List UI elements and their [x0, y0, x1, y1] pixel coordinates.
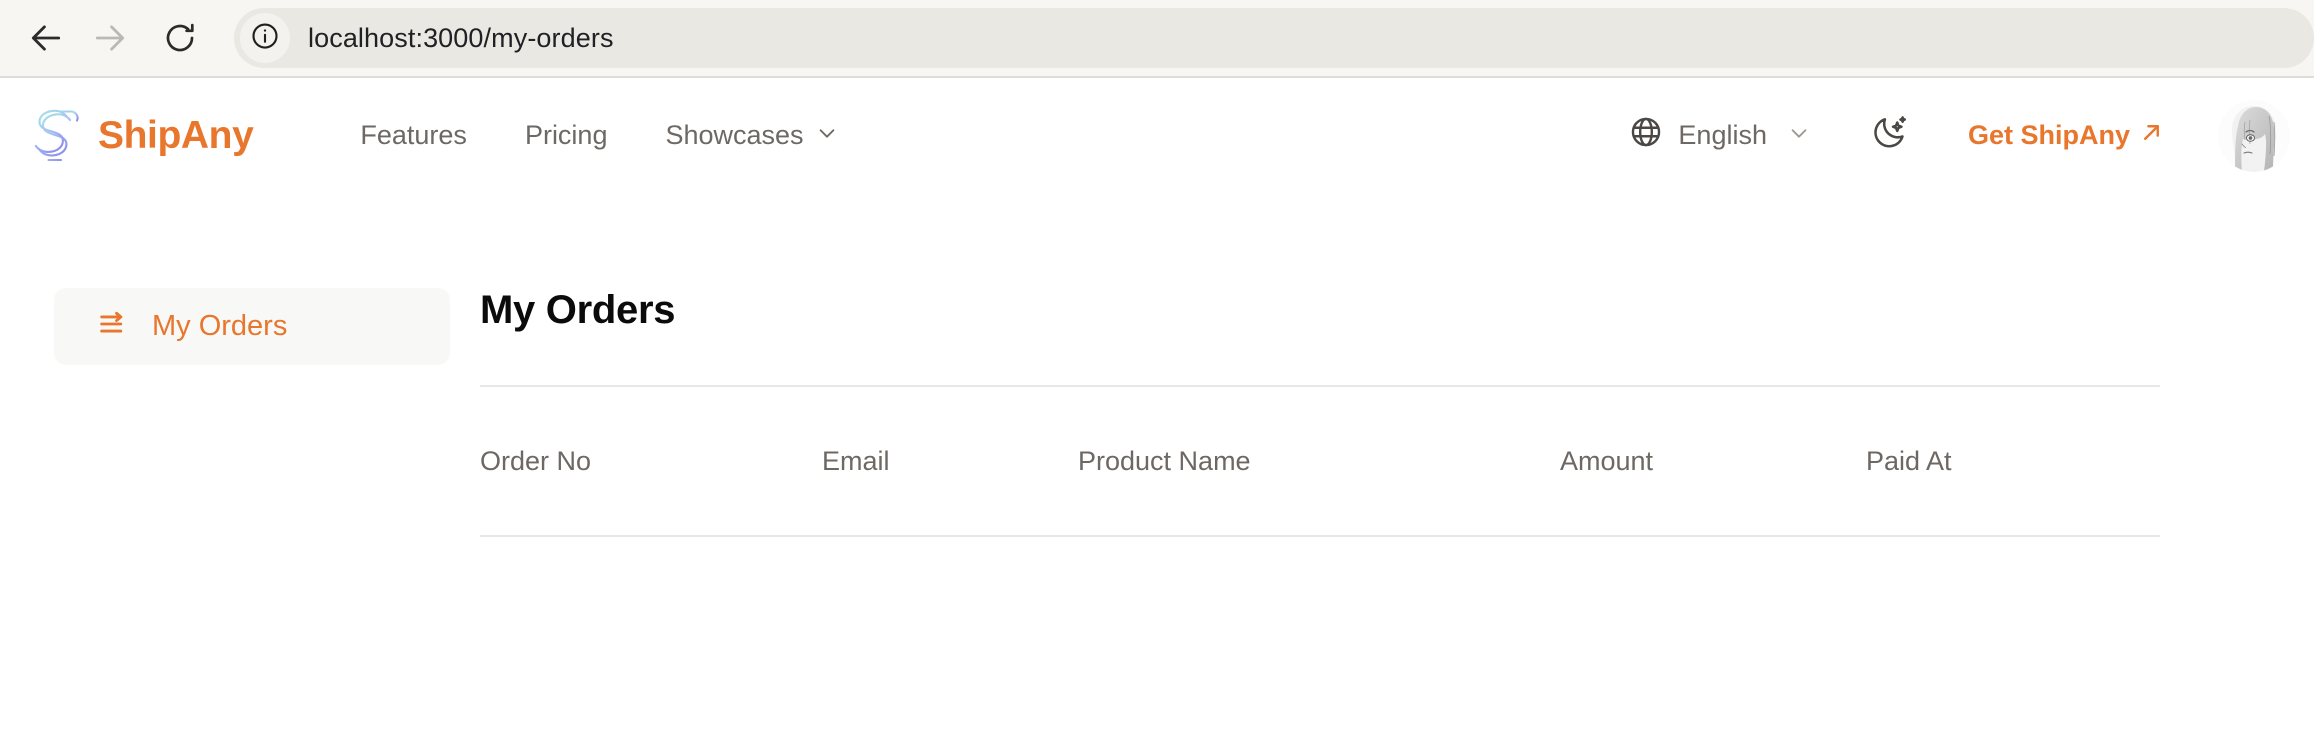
list-arrow-icon — [96, 307, 130, 346]
get-shipany-button[interactable]: Get ShipAny — [1968, 120, 2164, 152]
url-text[interactable]: localhost:3000/my-orders — [308, 23, 614, 54]
language-switcher[interactable]: English — [1611, 115, 1828, 156]
forward-button[interactable] — [78, 6, 142, 70]
header-actions: English Get ShipAny — [1611, 99, 2290, 172]
column-header-order-no[interactable]: Order No — [480, 446, 822, 477]
moon-sparkle-icon — [1870, 114, 1908, 157]
site-header: ShipAny Features Pricing Showcases Engli… — [0, 78, 2314, 193]
column-header-product-name[interactable]: Product Name — [1078, 446, 1560, 477]
arrow-up-right-icon — [2139, 120, 2164, 152]
shipany-s-logo-icon — [30, 107, 84, 165]
page-title: My Orders — [480, 288, 676, 332]
nav-item-label: Pricing — [524, 120, 608, 150]
brand-logo-link[interactable]: ShipAny — [30, 107, 254, 165]
sidebar: My Orders — [0, 288, 480, 537]
reload-icon — [162, 20, 198, 56]
browser-toolbar: localhost:3000/my-orders — [0, 0, 2314, 78]
page-body: My Orders My Orders Order No Email Produ… — [0, 193, 2314, 537]
site-info-button[interactable] — [240, 13, 290, 63]
cta-label: Get ShipAny — [1967, 120, 2130, 150]
table-bottom-divider — [480, 535, 2160, 537]
brand-name: ShipAny — [98, 113, 254, 157]
info-circle-icon — [250, 21, 280, 56]
nav-item-features[interactable]: Features — [331, 120, 496, 151]
theme-toggle-button[interactable] — [1854, 106, 1924, 166]
chevron-down-icon — [816, 120, 838, 151]
nav-item-label: Features — [360, 120, 467, 150]
nav-item-showcases[interactable]: Showcases — [636, 120, 866, 151]
language-label: English — [1678, 120, 1767, 150]
main-nav: Features Pricing Showcases — [331, 120, 866, 151]
address-bar[interactable]: localhost:3000/my-orders — [234, 8, 2314, 68]
nav-item-label: Showcases — [665, 120, 804, 150]
column-header-email[interactable]: Email — [822, 446, 1078, 477]
chevron-down-icon — [1788, 120, 1810, 151]
main-content: My Orders Order No Email Product Name Am… — [480, 288, 2314, 537]
back-button[interactable] — [14, 6, 78, 70]
avatar[interactable] — [2218, 99, 2290, 172]
orders-table-header-row: Order No Email Product Name Amount Paid … — [480, 387, 2160, 535]
column-header-paid-at[interactable]: Paid At — [1866, 446, 1952, 477]
sidebar-item-my-orders[interactable]: My Orders — [54, 288, 450, 365]
arrow-left-icon — [27, 19, 65, 57]
nav-item-pricing[interactable]: Pricing — [496, 120, 637, 151]
sidebar-item-label: My Orders — [152, 310, 288, 342]
globe-icon — [1629, 115, 1663, 156]
column-header-amount[interactable]: Amount — [1560, 446, 1866, 477]
arrow-right-icon — [91, 19, 129, 57]
reload-button[interactable] — [148, 6, 212, 70]
